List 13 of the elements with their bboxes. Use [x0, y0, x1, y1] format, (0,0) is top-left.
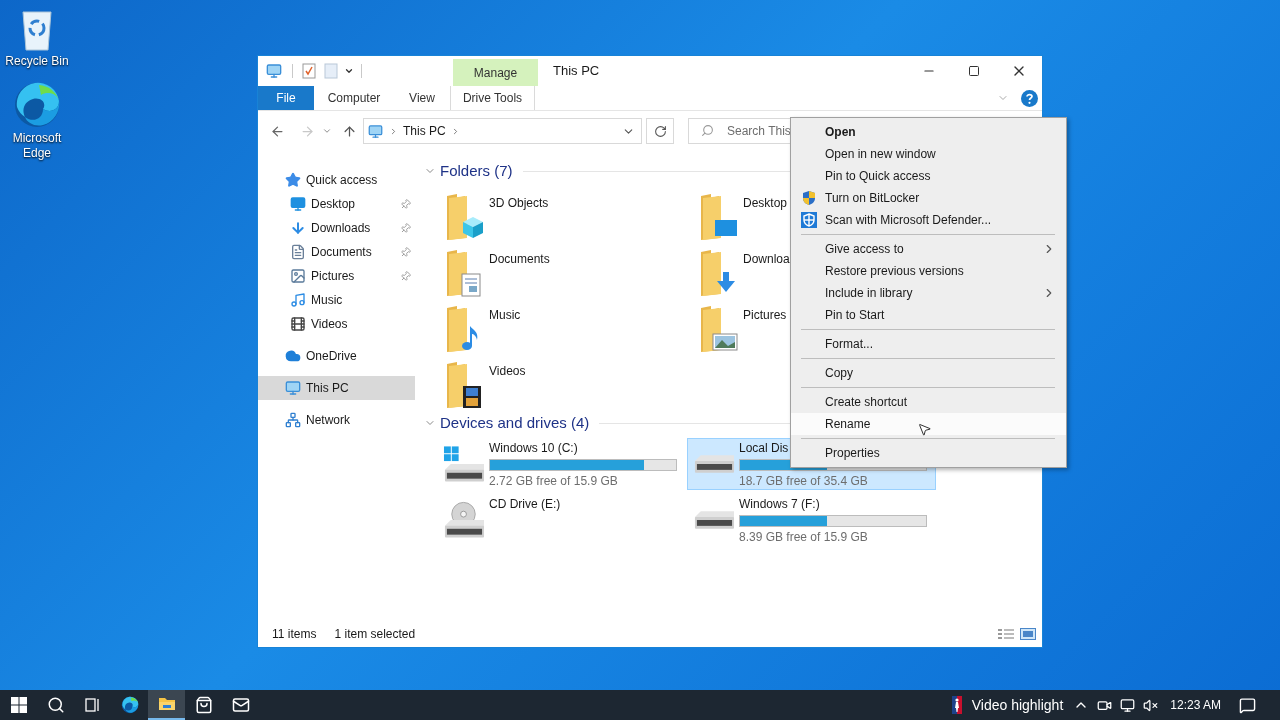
- free-space-text: 18.7 GB free of 35.4 GB: [739, 473, 868, 489]
- drive-name: Windows 10 (C:): [489, 440, 578, 456]
- selection-count: 1 item selected: [334, 626, 416, 643]
- drive-name: Local Dis: [739, 440, 789, 456]
- section-heading: Devices and drives (4): [440, 412, 590, 433]
- free-space-text: 8.39 GB free of 15.9 GB: [739, 529, 868, 545]
- drive-name: CD Drive (E:): [489, 496, 561, 512]
- free-space-text: 2.72 GB free of 15.9 GB: [489, 473, 618, 489]
- window-title: This PC: [553, 62, 600, 81]
- section-heading: Folders (7): [440, 160, 513, 181]
- item-count: 11 items: [272, 626, 317, 643]
- contextual-group-label: Manage: [473, 64, 518, 82]
- drive-name: Windows 7 (F:): [739, 496, 820, 512]
